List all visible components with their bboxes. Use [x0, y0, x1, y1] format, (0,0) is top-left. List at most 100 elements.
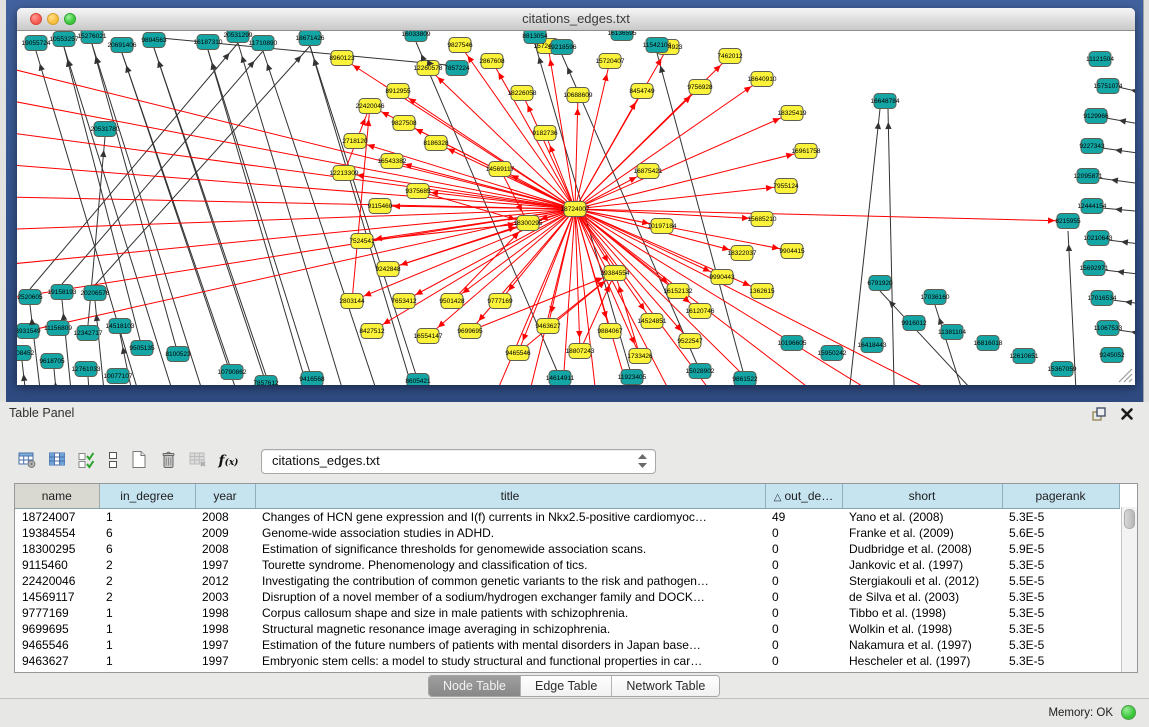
table-cell[interactable]: 1998	[195, 621, 255, 637]
table-cell[interactable]: 1997	[195, 637, 255, 653]
table-cell[interactable]: 0	[765, 541, 842, 557]
table-cell[interactable]: Jankovic et al. (1997)	[842, 557, 1002, 573]
delete-column-button[interactable]	[155, 448, 182, 474]
table-row[interactable]: 1456911722003Disruption of a novel membe…	[15, 589, 1119, 605]
table-cell[interactable]: 9465546	[15, 637, 99, 653]
column-header-short[interactable]: short	[842, 484, 1002, 509]
table-cell[interactable]: de Silva et al. (2003)	[842, 589, 1002, 605]
network-edge[interactable]	[575, 61, 610, 209]
table-cell[interactable]: 0	[765, 573, 842, 589]
table-cell[interactable]: 18724007	[15, 509, 99, 526]
table-cell[interactable]: 0	[765, 557, 842, 573]
table-cell[interactable]: Structural magnetic resonance image aver…	[255, 621, 765, 637]
table-row[interactable]: 946554611997Estimation of the future num…	[15, 637, 1119, 653]
close-window-button[interactable]	[30, 13, 42, 25]
table-cell[interactable]: 5.9E-5	[1002, 541, 1119, 557]
network-edge[interactable]	[122, 53, 250, 385]
network-edge[interactable]	[208, 50, 320, 385]
table-cell[interactable]: Disruption of a novel member of a sodium…	[255, 589, 765, 605]
table-cell[interactable]: 5.3E-5	[1002, 589, 1119, 605]
node-attribute-table[interactable]: namein_degreeyeartitle△out_de…shortpager…	[15, 484, 1120, 669]
tab-node-table[interactable]: Node Table	[429, 676, 520, 696]
table-cell[interactable]: Genome-wide association studies in ADHD.	[255, 525, 765, 541]
column-header-out_de[interactable]: △out_de…	[765, 484, 842, 509]
table-cell[interactable]: 1998	[195, 605, 255, 621]
table-cell[interactable]: 1997	[195, 557, 255, 573]
table-cell[interactable]: 1	[99, 605, 195, 621]
table-row[interactable]: 1938455462009Genome-wide association stu…	[15, 525, 1119, 541]
table-cell[interactable]: 2012	[195, 573, 255, 589]
table-cell[interactable]: 0	[765, 637, 842, 653]
network-edge[interactable]	[575, 186, 786, 209]
network-edge[interactable]	[888, 109, 895, 385]
network-view-window[interactable]: citations_edges.txt 89601238912955122605…	[17, 8, 1135, 384]
table-cell[interactable]: Changes of HCN gene expression and I(f) …	[255, 509, 765, 526]
window-resize-grip[interactable]	[1116, 366, 1133, 383]
table-cell[interactable]: 6	[99, 541, 195, 557]
table-cell[interactable]: 9115460	[15, 557, 99, 573]
memory-status-indicator-icon[interactable]	[1121, 705, 1136, 720]
right-panel-splitter[interactable]	[1143, 0, 1149, 402]
table-cell[interactable]: 5.3E-5	[1002, 557, 1119, 573]
table-cell[interactable]: 5.5E-5	[1002, 573, 1119, 589]
column-checklist-button[interactable]	[74, 448, 101, 474]
table-row[interactable]: 969969511998Structural magnetic resonanc…	[15, 621, 1119, 637]
network-edge[interactable]	[64, 47, 142, 348]
network-edge[interactable]	[575, 209, 722, 277]
table-cell[interactable]: Corpus callosum shape and size in male p…	[255, 605, 765, 621]
table-cell[interactable]: Yano et al. (2008)	[842, 509, 1002, 526]
table-row[interactable]: 1830029562008Estimation of significance …	[15, 541, 1119, 557]
table-cell[interactable]: 0	[765, 525, 842, 541]
table-cell[interactable]: 22420046	[15, 573, 99, 589]
table-cell[interactable]: Wolkin et al. (1998)	[842, 621, 1002, 637]
network-edge[interactable]	[935, 305, 975, 385]
table-cell[interactable]: 2008	[195, 509, 255, 526]
table-cell[interactable]: Embryonic stem cells: a model to study s…	[255, 653, 765, 669]
table-mode-button[interactable]	[14, 448, 41, 474]
table-cell[interactable]: 1	[99, 653, 195, 669]
delete-table-button[interactable]	[185, 448, 212, 474]
network-canvas[interactable]: 8960123891295512260578982754628676081822…	[17, 31, 1135, 385]
network-edge[interactable]	[54, 369, 60, 385]
citation-network-graph[interactable]: 8960123891295512260578982754628676081822…	[17, 31, 1135, 385]
network-edge[interactable]	[575, 79, 762, 209]
network-edge[interactable]	[88, 377, 92, 385]
tab-network-table[interactable]: Network Table	[611, 676, 719, 696]
table-cell[interactable]: Tibbo et al. (1998)	[842, 605, 1002, 621]
table-row[interactable]: 911546021997Tourette syndrome. Phenomeno…	[15, 557, 1119, 573]
network-edge[interactable]	[372, 209, 575, 331]
table-cell[interactable]: 1	[99, 621, 195, 637]
table-cell[interactable]: 2009	[195, 525, 255, 541]
network-window-titlebar[interactable]: citations_edges.txt	[17, 8, 1135, 31]
table-selector-dropdown[interactable]: citations_edges.txt	[261, 449, 656, 474]
table-cell[interactable]: 49	[765, 509, 842, 526]
network-edge[interactable]	[92, 44, 215, 385]
network-edge[interactable]	[575, 113, 792, 209]
tab-edge-table[interactable]: Edge Table	[520, 676, 611, 696]
column-header-title[interactable]: title	[255, 484, 765, 509]
network-edge[interactable]	[575, 56, 730, 209]
row-height-button[interactable]	[104, 448, 122, 474]
network-edge[interactable]	[575, 151, 806, 209]
network-edge[interactable]	[17, 209, 575, 346]
network-edge[interactable]	[22, 361, 30, 385]
minimize-window-button[interactable]	[47, 13, 59, 25]
table-cell[interactable]: 5.3E-5	[1002, 605, 1119, 621]
table-cell[interactable]: 6	[99, 525, 195, 541]
table-cell[interactable]: Franke et al. (2009)	[842, 525, 1002, 541]
table-cell[interactable]: Estimation of the future numbers of pati…	[255, 637, 765, 653]
table-row[interactable]: 977716911998Corpus callosum shape and si…	[15, 605, 1119, 621]
table-cell[interactable]: 5.3E-5	[1002, 653, 1119, 669]
table-cell[interactable]: 2	[99, 573, 195, 589]
table-cell[interactable]: 5.3E-5	[1002, 621, 1119, 637]
network-edge[interactable]	[208, 50, 312, 379]
float-panel-icon[interactable]	[1091, 406, 1107, 422]
network-edge[interactable]	[95, 46, 310, 285]
table-scrollbar-thumb[interactable]	[1124, 509, 1135, 529]
table-cell[interactable]: Nakamura et al. (1997)	[842, 637, 1002, 653]
table-cell[interactable]: 2	[99, 589, 195, 605]
table-cell[interactable]: 1	[99, 637, 195, 653]
table-cell[interactable]: 5.6E-5	[1002, 525, 1119, 541]
table-scrollbar[interactable]	[1121, 507, 1137, 673]
table-cell[interactable]: 1997	[195, 653, 255, 669]
